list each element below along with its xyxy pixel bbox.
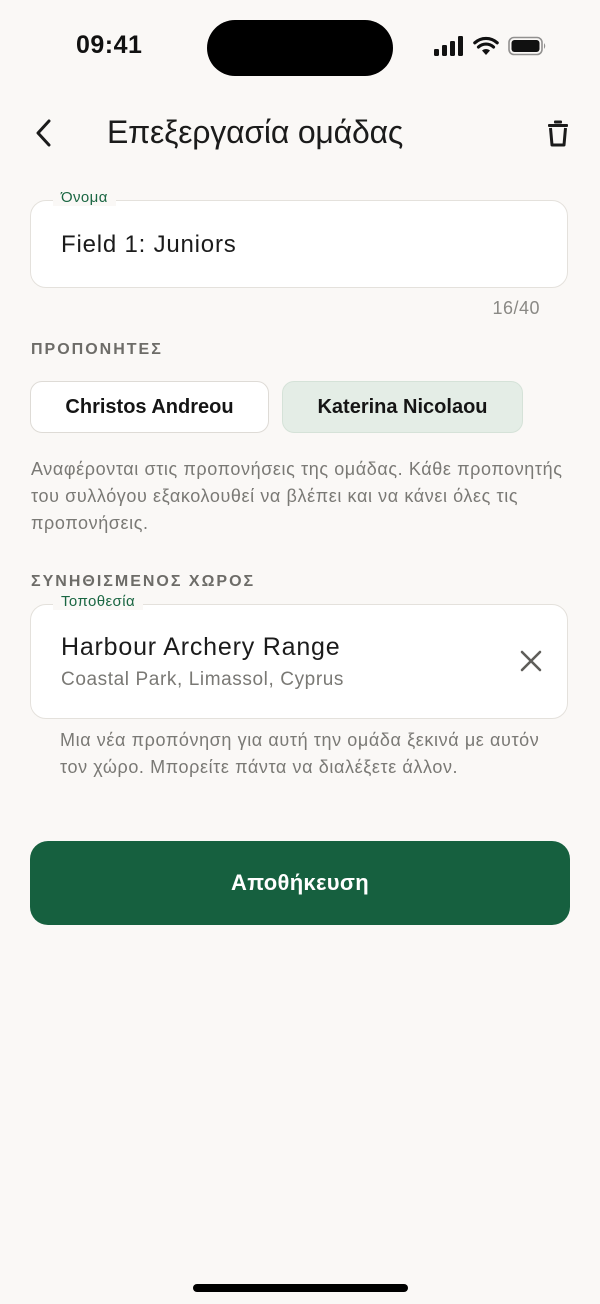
coach-chip-katerina-nicolaou[interactable]: Katerina Nicolaou: [282, 381, 523, 433]
coaches-help-text: Αναφέρονται στις προπονήσεις της ομάδας.…: [31, 459, 563, 533]
venue-name: Harbour Archery Range: [61, 633, 341, 661]
signal-icon: [434, 36, 464, 61]
venue-address: Coastal Park, Limassol, Cyprus: [61, 669, 345, 690]
save-button[interactable]: Αποθήκευση: [30, 841, 570, 925]
home-indicator: [193, 1284, 408, 1292]
coaches-section-label: ΠΡΟΠΟΝΗΤΕΣ: [31, 341, 163, 358]
team-name-input[interactable]: Field 1: Juniors: [61, 231, 237, 259]
battery-icon: [508, 36, 548, 61]
team-name-label: Όνομα: [53, 189, 116, 206]
page-title: Επεξεργασία ομάδας: [107, 114, 404, 150]
venue-field-label: Τοποθεσία: [53, 593, 144, 610]
venue-help-text: Μια νέα προπόνηση για αυτή την ομάδα ξεκ…: [60, 730, 540, 777]
clear-venue-button[interactable]: [513, 645, 549, 681]
venue-section-label: ΣΥΝΗΘΙΣΜΕΝΟΣ ΧΩΡΟΣ: [31, 573, 256, 590]
coach-chip-christos-andreou[interactable]: Christos Andreou: [30, 381, 269, 433]
close-icon: [519, 649, 543, 678]
status-icons: [434, 36, 548, 61]
chevron-left-icon: [33, 118, 55, 153]
team-name-field[interactable]: Όνομα Field 1: Juniors: [30, 189, 568, 288]
delete-team-button[interactable]: [538, 114, 578, 156]
character-counter: 16/40: [492, 298, 540, 318]
status-time: 09:41: [76, 31, 143, 59]
back-button[interactable]: [24, 112, 64, 158]
venue-field[interactable]: Τοποθεσία Harbour Archery Range Coastal …: [30, 593, 568, 719]
trash-icon: [547, 119, 569, 152]
dynamic-island: [207, 20, 393, 76]
wifi-icon: [473, 36, 499, 61]
